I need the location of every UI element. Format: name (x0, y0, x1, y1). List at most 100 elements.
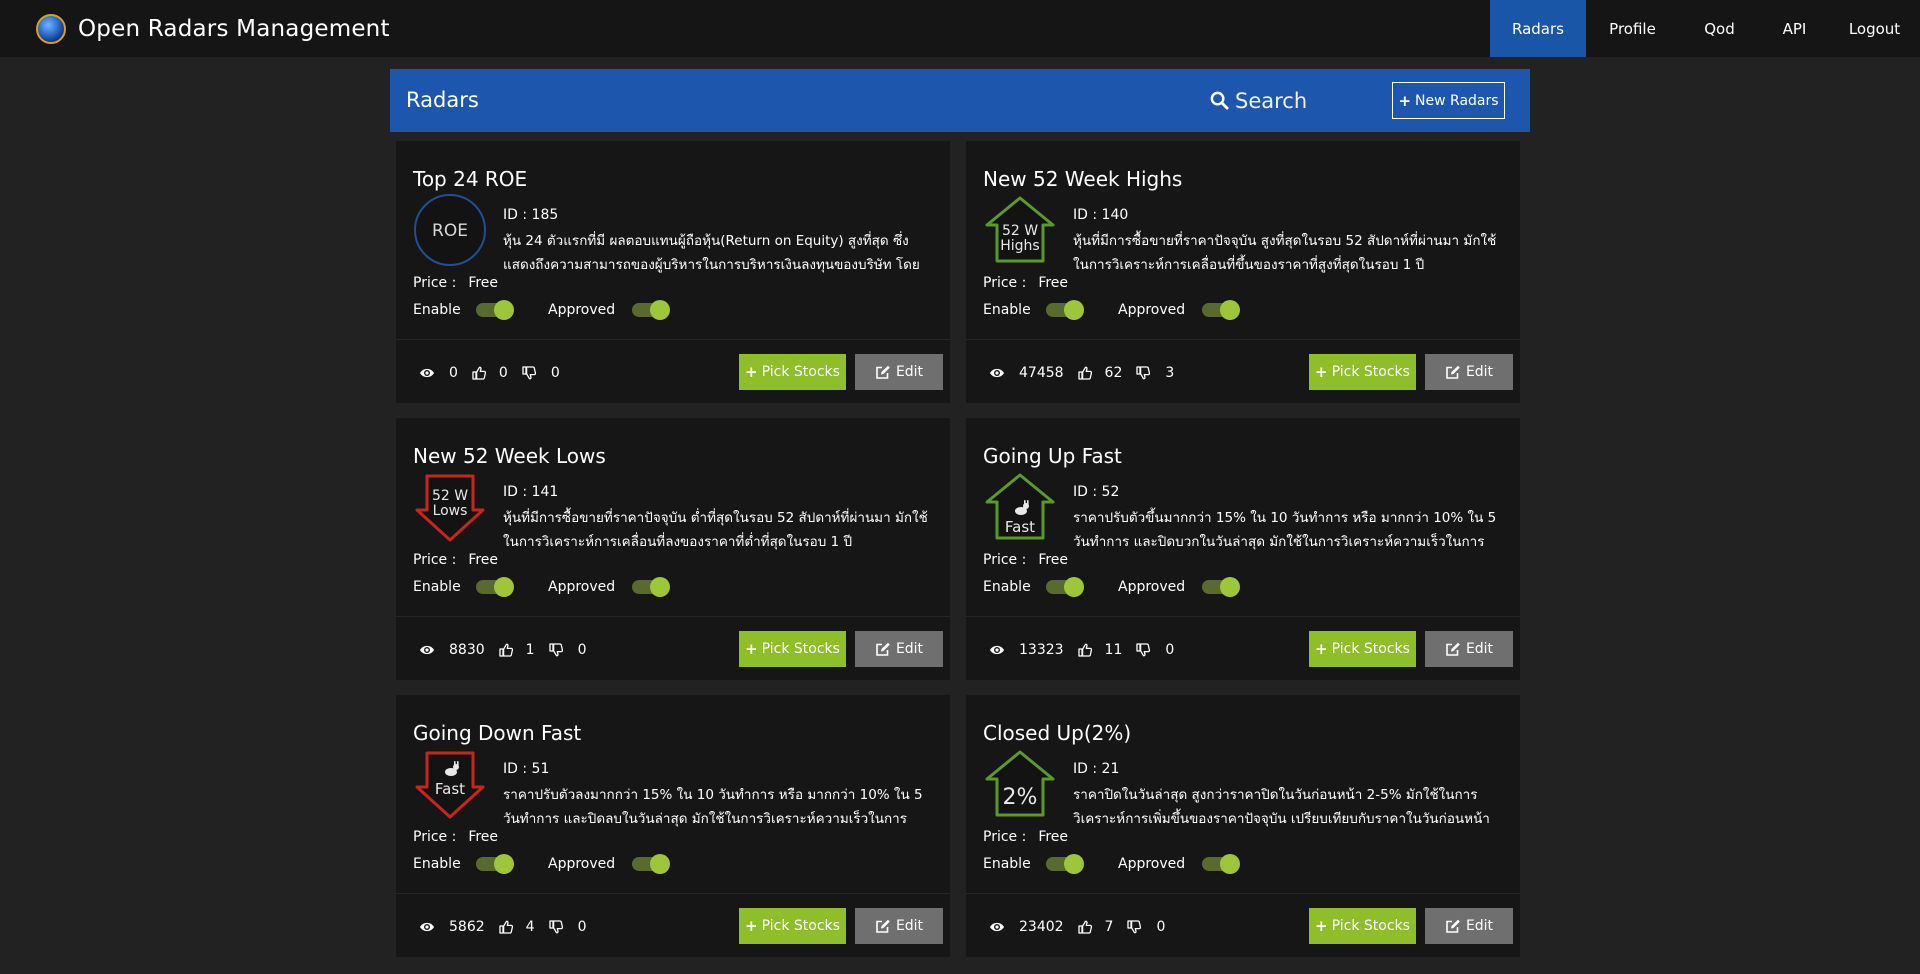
thumbs-up-icon[interactable] (472, 366, 486, 380)
approved-toggle[interactable] (632, 854, 670, 874)
new-radars-button[interactable]: + New Radars (1392, 82, 1505, 119)
card-description: หุ้นที่มีการซื้อขายที่ราคาปัจจุบัน ต่ำที… (503, 510, 928, 550)
pick-stocks-label: Pick Stocks (1331, 364, 1410, 380)
approved-toggle[interactable] (632, 300, 670, 320)
card-body: New 52 Week Highs 52 W Highs ID : 140 หุ้… (966, 141, 1520, 339)
likes-count: 4 (525, 919, 535, 935)
thumbs-up-icon[interactable] (1077, 366, 1092, 380)
toggle-knob (1064, 577, 1084, 597)
toggle-knob (1064, 854, 1084, 874)
thumbs-down-icon[interactable] (522, 366, 536, 380)
dislikes-count: 3 (1165, 365, 1175, 381)
thumbs-up-icon[interactable] (1077, 643, 1092, 657)
edit-icon (1446, 919, 1460, 933)
dislikes-count: 0 (577, 642, 587, 658)
enable-toggle[interactable] (1046, 854, 1084, 874)
enable-toggle[interactable] (476, 577, 514, 597)
pick-stocks-button[interactable]: + Pick Stocks (1309, 908, 1416, 944)
views-count: 5862 (449, 919, 485, 935)
toggle-knob (650, 300, 670, 320)
card-divider (966, 339, 1520, 340)
nav-logout[interactable]: Logout (1829, 0, 1920, 57)
eye-icon (420, 922, 434, 932)
search-label: Search (1235, 88, 1308, 113)
thumbs-down-icon[interactable] (1127, 920, 1142, 934)
pick-stocks-label: Pick Stocks (761, 641, 840, 657)
pick-stocks-button[interactable]: + Pick Stocks (1309, 354, 1416, 390)
search-box[interactable]: Search (1210, 69, 1307, 132)
nav-api[interactable]: API (1760, 0, 1829, 57)
thumbs-down-icon[interactable] (548, 643, 563, 657)
id-prefix: ID : (503, 207, 532, 223)
id-value: 52 (1101, 484, 1120, 500)
thumbs-up-icon[interactable] (498, 643, 513, 657)
icon-text: ROE (432, 221, 468, 241)
edit-label: Edit (1465, 364, 1494, 380)
edit-button[interactable]: Edit (1425, 354, 1513, 390)
card-id: ID : 140 (1073, 207, 1128, 223)
brand[interactable]: Open Radars Management (36, 0, 390, 57)
card-title[interactable]: New 52 Week Lows (413, 444, 606, 468)
edit-button[interactable]: Edit (855, 631, 943, 667)
pick-stocks-button[interactable]: + Pick Stocks (739, 354, 846, 390)
likes-count: 11 (1104, 642, 1123, 658)
panel-title: Radars (406, 88, 479, 112)
card-title[interactable]: Closed Up(2%) (983, 721, 1131, 745)
nav-profile[interactable]: Profile (1586, 0, 1679, 57)
edit-icon (1446, 642, 1460, 656)
plus-icon: + (745, 363, 758, 381)
toggle-knob (1220, 300, 1240, 320)
plus-icon: + (1398, 91, 1412, 110)
approved-toggle[interactable] (632, 577, 670, 597)
enable-toggle[interactable] (476, 854, 514, 874)
approved-toggle[interactable] (1202, 577, 1240, 597)
approved-toggle[interactable] (1202, 854, 1240, 874)
thumbs-down-icon[interactable] (1136, 643, 1151, 657)
likes-count: 0 (498, 365, 508, 381)
edit-button[interactable]: Edit (1425, 631, 1513, 667)
enable-toggle[interactable] (1046, 577, 1084, 597)
views-count: 23402 (1019, 919, 1064, 935)
card-title[interactable]: Going Down Fast (413, 721, 581, 745)
enable-toggle[interactable] (1046, 300, 1084, 320)
nav-radars[interactable]: Radars (1490, 0, 1586, 57)
toggle-row: Enable Approved (413, 575, 670, 599)
plus-icon: + (1315, 363, 1328, 381)
edit-button[interactable]: Edit (1425, 908, 1513, 944)
thumbs-down-icon[interactable] (548, 920, 563, 934)
plus-icon: + (745, 917, 758, 935)
plus-icon: + (1315, 917, 1328, 935)
thumbs-up-icon[interactable] (498, 920, 513, 934)
thumbs-up-icon[interactable] (1077, 920, 1092, 934)
approved-toggle[interactable] (1202, 300, 1240, 320)
thumbs-down-icon[interactable] (1136, 366, 1151, 380)
eye-icon (420, 368, 434, 378)
pick-stocks-button[interactable]: + Pick Stocks (739, 631, 846, 667)
card-stats: 8830 1 0 (419, 640, 586, 660)
toggle-knob (650, 577, 670, 597)
edit-button[interactable]: Edit (855, 908, 943, 944)
enable-toggle[interactable] (476, 300, 514, 320)
card-title[interactable]: Going Up Fast (983, 444, 1122, 468)
enable-label: Enable (413, 302, 461, 318)
dislikes-count: 0 (577, 919, 587, 935)
edit-label: Edit (1465, 918, 1494, 934)
edit-button[interactable]: Edit (855, 354, 943, 390)
pick-stocks-button[interactable]: + Pick Stocks (1309, 631, 1416, 667)
card-divider (396, 616, 950, 617)
card-id: ID : 52 (1073, 484, 1119, 500)
edit-label: Edit (895, 918, 924, 934)
pick-stocks-button[interactable]: + Pick Stocks (739, 908, 846, 944)
id-value: 51 (531, 761, 550, 777)
id-prefix: ID : (1073, 484, 1102, 500)
nav-qod[interactable]: Qod (1679, 0, 1760, 57)
icon-text: Fast (1005, 518, 1035, 536)
views-count: 0 (449, 365, 458, 381)
price-value: Free (1038, 275, 1069, 291)
up-arrow-percent-icon: 2% (983, 747, 1057, 821)
card-title[interactable]: Top 24 ROE (413, 167, 527, 191)
enable-label: Enable (983, 856, 1031, 872)
card-description: ราคาปิดในวันล่าสุด สูงกว่าราคาปิดในวันก่… (1073, 787, 1490, 827)
toggle-row: Enable Approved (983, 575, 1240, 599)
card-title[interactable]: New 52 Week Highs (983, 167, 1182, 191)
